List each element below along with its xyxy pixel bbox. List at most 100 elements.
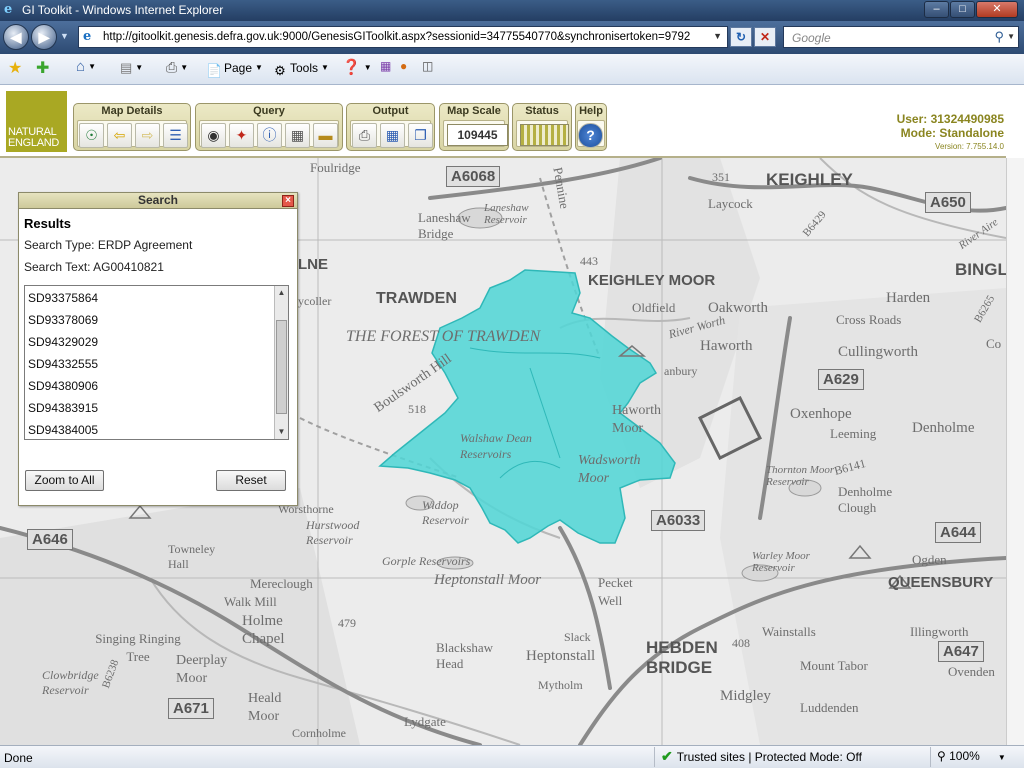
gear-icon: ⚙ <box>274 63 286 78</box>
forward-button[interactable]: ▶ <box>31 24 57 50</box>
label-spot-351: 351 <box>712 170 730 184</box>
road-a671: A671 <box>168 698 214 719</box>
security-zone[interactable]: ✔ Trusted sites | Protected Mode: Off <box>654 747 862 767</box>
messenger-icon[interactable]: ● <box>400 59 407 73</box>
add-favorites-icon[interactable]: ✚ <box>36 58 49 78</box>
label-queensbury: QUEENSBURY <box>888 574 994 591</box>
road-a644: A644 <box>935 522 981 543</box>
label-haworth: Haworth <box>700 338 753 354</box>
status-bar: Done ✔ Trusted sites | Protected Mode: Of… <box>0 745 1024 768</box>
stop-button[interactable]: ✕ <box>754 27 776 47</box>
status-group: Status <box>512 103 572 151</box>
globe-icon[interactable]: ☉ <box>79 123 104 148</box>
help-question-icon[interactable]: ? <box>578 123 603 148</box>
page-menu[interactable]: 📄 Page ▼ <box>206 61 263 79</box>
export-icon[interactable]: ❐ <box>408 123 433 148</box>
label-bingley: BINGL <box>955 260 1006 279</box>
label-gorple-reservoirs: Gorple Reservoirs <box>382 554 471 568</box>
zoom-control[interactable]: ⚲ 100% ▼ <box>930 747 1006 767</box>
close-icon[interactable]: × <box>282 195 294 207</box>
window-controls: – □ ✕ <box>924 1 1018 18</box>
zoom-icon: ⚲ <box>937 749 950 763</box>
map-details-body: ☉ ⇦ ⇨ ☰ <box>77 120 188 148</box>
results-list[interactable]: SD93375864 SD93378069 SD94329029 SD94332… <box>24 285 289 440</box>
scroll-up-icon[interactable]: ▲ <box>275 286 288 300</box>
list-item[interactable]: SD94383915 <box>25 398 98 420</box>
info-icon[interactable]: ⓘ <box>257 123 282 148</box>
list-item[interactable]: SD94380906 <box>25 376 98 398</box>
label-heptonstall-moor: Heptonstall Moor <box>434 572 542 588</box>
feeds-icon[interactable]: ▤ ▼ <box>120 60 143 76</box>
label-warley-moor: Warley Moor Reservoir <box>752 550 810 574</box>
reset-button[interactable]: Reset <box>216 470 286 491</box>
label-wadsworth-moor: Wadsworth Moor <box>578 453 641 486</box>
results-heading: Results <box>24 216 71 231</box>
tools-menu[interactable]: ⚙ Tools ▼ <box>272 61 329 79</box>
label-walk-mill: Walk Mill <box>224 594 277 609</box>
results-scrollbar[interactable]: ▲ ▼ <box>274 286 288 439</box>
security-zone-label: Trusted sites | Protected Mode: Off <box>676 750 862 764</box>
recent-pages-dropdown[interactable]: ▼ <box>60 31 69 41</box>
web-search-placeholder[interactable]: Google <box>792 31 831 45</box>
back-button[interactable]: ◀ <box>3 24 29 50</box>
tools-addon-icon[interactable]: ◫ <box>422 59 433 73</box>
label-stanbury: anbury <box>664 364 698 378</box>
road-a646: A646 <box>27 529 73 550</box>
map-side-strip <box>1006 158 1024 745</box>
help-icon[interactable]: ❓ ▼ <box>342 58 372 76</box>
web-search-box[interactable]: Google ⚲ ▼ <box>783 26 1019 48</box>
scroll-thumb[interactable] <box>276 320 287 414</box>
research-icon[interactable]: ▦ <box>380 59 391 73</box>
address-bar[interactable]: e http://gitoolkit.genesis.defra.gov.uk:… <box>78 26 728 48</box>
minimize-button[interactable]: – <box>924 1 949 18</box>
status-indicator <box>520 124 569 146</box>
maximize-button[interactable]: □ <box>950 1 975 18</box>
page-icon: e <box>83 29 92 44</box>
search-icon[interactable]: ⚲ <box>994 29 1004 45</box>
label-slack: Slack <box>564 630 591 644</box>
back-arrow-icon[interactable]: ⇦ <box>107 123 132 148</box>
table-icon[interactable]: ▦ <box>285 123 310 148</box>
address-url[interactable]: http://gitoolkit.genesis.defra.gov.uk:90… <box>103 31 703 43</box>
report-grid-icon[interactable]: ▦ <box>380 123 405 148</box>
query-title: Query <box>253 105 285 117</box>
label-keighley-moor: KEIGHLEY MOOR <box>588 272 716 289</box>
address-dropdown-icon[interactable]: ▼ <box>713 31 722 41</box>
list-item[interactable]: SD94332555 <box>25 354 98 376</box>
binoculars-icon[interactable]: ◉ <box>201 123 226 148</box>
help-title: Help <box>579 105 603 117</box>
close-window-button[interactable]: ✕ <box>976 1 1018 18</box>
list-item[interactable]: SD93378069 <box>25 310 98 332</box>
list-item[interactable]: SD94329029 <box>25 332 98 354</box>
label-holme-chapel: Holme Chapel <box>242 613 285 647</box>
label-pecket-well: Pecket Well <box>598 575 633 608</box>
home-icon[interactable]: ⌂ ▼ <box>76 58 96 75</box>
output-title: Output <box>372 105 409 117</box>
print-icon[interactable]: ⎙ ▼ <box>166 59 188 76</box>
layers-list-icon[interactable]: ☰ <box>163 123 188 148</box>
print-map-icon[interactable]: ⎙ <box>352 123 377 148</box>
label-luddenden: Luddenden <box>800 700 859 715</box>
zoom-to-all-button[interactable]: Zoom to All <box>25 470 104 491</box>
label-spot-518: 518 <box>408 402 426 416</box>
map-scale-input[interactable]: 109445 <box>447 124 508 146</box>
search-options-dropdown-icon[interactable]: ▼ <box>1007 32 1015 41</box>
measure-ruler-icon[interactable]: ▬ <box>313 123 338 148</box>
list-item[interactable]: SD94384005 <box>25 420 98 439</box>
label-harden: Harden <box>886 290 931 306</box>
command-bar: ★ ✚ ⌂ ▼ ▤ ▼ ⎙ ▼ 📄 Page ▼ ⚙ Tools ▼ ❓ ▼ ▦ ● ◫ <box>0 54 1024 85</box>
label-trawden: TRAWDEN <box>376 290 457 307</box>
zoom-dropdown-icon[interactable]: ▼ <box>998 753 1006 762</box>
favorites-star-icon[interactable]: ★ <box>8 58 22 78</box>
map-scale-title: Map Scale <box>447 105 501 117</box>
label-laycock: Laycock <box>708 196 753 211</box>
label-mytholm: Mytholm <box>538 678 583 692</box>
select-point-icon[interactable]: ✦ <box>229 123 254 148</box>
forward-arrow-icon[interactable]: ⇨ <box>135 123 160 148</box>
refresh-button[interactable]: ↻ <box>730 27 752 47</box>
road-a629: A629 <box>818 369 864 390</box>
search-panel: Search × Results Search Type: ERDP Agree… <box>18 192 298 506</box>
list-item[interactable]: SD93375864 <box>25 288 98 310</box>
search-panel-title[interactable]: Search <box>19 193 297 209</box>
scroll-down-icon[interactable]: ▼ <box>275 425 288 439</box>
